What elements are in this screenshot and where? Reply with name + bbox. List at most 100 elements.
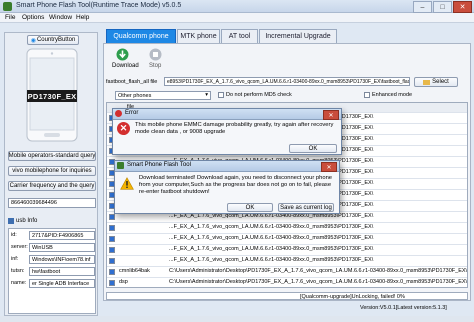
usb-value: 2717&PID:F4906865	[29, 231, 95, 240]
menu-window[interactable]: Window	[49, 14, 72, 21]
row-checkbox[interactable]	[109, 280, 115, 286]
enhanced-mode-label: Enhanced mode	[372, 92, 413, 98]
table-row[interactable]: cmnlib64bak C:\Users\Administrator\Deskto…	[107, 267, 467, 278]
window-controls: – □ ✕	[413, 1, 472, 13]
row-path: ...F_EX_A_1.7.6_vivo_qcom_LA.UM.6.6.r1-0…	[169, 257, 374, 263]
title-bar: Smart Phone Flash Tool(Runtime Trace Mod…	[0, 0, 474, 13]
warning-dialog: Smart Phone Flash Tool ✕ Download termin…	[114, 160, 340, 214]
progress-bar	[106, 292, 468, 300]
imei-field[interactable]: 866460039684496	[8, 198, 96, 208]
window-title: Smart Phone Flash Tool(Runtime Trace Mod…	[16, 2, 182, 9]
usb-row: server: WinUSB	[9, 243, 97, 253]
stop-button[interactable]: Stop	[144, 48, 168, 72]
warning-ok-button[interactable]: OK	[227, 203, 273, 212]
row-path: ...F_EX_A_1.7.6_vivo_qcom_LA.UM.6.6.r1-0…	[169, 246, 374, 252]
row-path: C:\Users\Administrator\Desktop\PD1730F_E…	[169, 279, 468, 285]
maximize-button[interactable]: □	[433, 1, 452, 13]
carrier-query-button[interactable]: Carrier frequency and the query	[8, 181, 96, 191]
country-button-label: CountryButton	[36, 37, 76, 43]
usb-key: inf:	[11, 256, 19, 262]
warning-dialog-title: Smart Phone Flash Tool	[127, 162, 191, 168]
table-row[interactable]: dsp C:\Users\Administrator\Desktop\PD1730…	[107, 278, 468, 287]
menu-options[interactable]: Options	[22, 14, 44, 21]
md5-checkbox[interactable]	[218, 92, 224, 98]
usb-info-table: id: 2717&PID:F4906865 server: WinUSB inf…	[8, 228, 96, 314]
chevron-down-icon: ▾	[205, 92, 208, 98]
usb-key: tutsn:	[11, 268, 25, 274]
usb-key: id:	[11, 232, 17, 238]
stop-label: Stop	[149, 63, 162, 69]
file-path-field[interactable]: e8953\PD1730F_EX_A_1.7.6_vivo_qcom_LA.UM…	[164, 77, 410, 86]
model-label: PD1730F_EX	[27, 90, 77, 102]
usb-row: id: 2717&PID:F4906865	[9, 231, 97, 241]
select-button[interactable]: Select	[414, 77, 458, 87]
row-path: ...F_EX_A_1.7.6_vivo_qcom_LA.UM.6.6.r1-0…	[169, 235, 374, 241]
error-dialog-close-button[interactable]: ✕	[323, 110, 339, 120]
row-checkbox[interactable]	[109, 247, 115, 253]
country-button[interactable]: ◉ CountryButton	[27, 35, 79, 45]
version-label: Version:V5.0.1[Latest version:5.1.3]	[360, 305, 447, 311]
table-row[interactable]: ...F_EX_A_1.7.6_vivo_qcom_LA.UM.6.6.r1-0…	[107, 223, 467, 234]
usb-key: name:	[11, 280, 27, 286]
error-dialog: Error ✕ ✕ This mobile phone EMMC damage …	[112, 108, 342, 155]
menu-help[interactable]: Help	[76, 14, 89, 21]
warning-dialog-titlebar: Smart Phone Flash Tool ✕	[115, 161, 339, 172]
phone-image: PD1730F_EX	[15, 47, 89, 143]
minimize-button[interactable]: –	[413, 1, 432, 13]
usb-value: hw\fastboot	[29, 267, 95, 276]
phone-type-select[interactable]: Other phones ▾	[115, 91, 211, 100]
tab-incremental-upgrade[interactable]: Incremental Upgrade	[259, 29, 337, 43]
download-label: Download	[112, 63, 139, 69]
download-button[interactable]: Download	[108, 48, 139, 72]
warning-message: Download terminated! Download again, you…	[139, 175, 333, 195]
error-ok-button[interactable]: OK	[289, 144, 337, 153]
row-checkbox[interactable]	[109, 236, 115, 242]
usb-info-header: usb Info	[8, 216, 96, 226]
error-icon-small	[115, 110, 122, 117]
app-icon-small	[117, 162, 124, 169]
tab-at-tool[interactable]: AT tool	[221, 29, 258, 43]
status-bar	[0, 316, 474, 322]
md5-check-label: Do not perform MD5 check	[226, 92, 292, 98]
warning-icon	[120, 177, 134, 190]
table-row[interactable]: ...F_EX_A_1.7.6_vivo_qcom_LA.UM.6.6.r1-0…	[107, 234, 467, 245]
usb-row: name: er Single ADB Interface	[9, 279, 97, 289]
operators-query-button[interactable]: Mobile operators-standard query	[8, 151, 96, 161]
download-icon	[116, 48, 129, 61]
usb-row: inf: Windows\INF\oem78.inf	[9, 255, 97, 265]
phone-type-value: Other phones	[118, 92, 152, 99]
stop-icon	[149, 48, 162, 61]
folder-icon	[423, 79, 431, 85]
file-label: fastboot_flash_all file	[106, 79, 158, 85]
error-dialog-title: Error	[125, 110, 139, 116]
md5-check-option[interactable]: Do not perform MD5 check	[218, 92, 292, 98]
usb-key: server:	[11, 244, 28, 250]
close-button[interactable]: ✕	[453, 1, 472, 13]
row-checkbox[interactable]	[109, 258, 115, 264]
vivo-inquiry-button[interactable]: vivo mobilephone for inquiries	[8, 166, 96, 176]
row-checkbox[interactable]	[109, 269, 115, 275]
app-icon	[3, 2, 12, 11]
tab-qualcomm-phone[interactable]: Qualcomm phone	[106, 29, 176, 43]
row-checkbox[interactable]	[109, 225, 115, 231]
table-row[interactable]: ...F_EX_A_1.7.6_vivo_qcom_LA.UM.6.6.r1-0…	[107, 245, 467, 256]
warning-dialog-close-button[interactable]: ✕	[321, 162, 337, 172]
row-path: C:\Users\Administrator\Desktop\PD1730F_E…	[169, 268, 468, 274]
usb-icon	[8, 218, 14, 224]
tab-mtk-phone[interactable]: MTK phone	[177, 29, 220, 43]
table-row[interactable]: ...F_EX_A_1.7.6_vivo_qcom_LA.UM.6.6.r1-0…	[107, 256, 467, 267]
usb-info-label: usb Info	[16, 218, 38, 224]
save-log-button[interactable]: Save as current log	[278, 203, 334, 212]
row-checkbox[interactable]	[109, 214, 115, 220]
row-path: ...F_EX_A_1.7.6_vivo_qcom_LA.UM.6.6.r1-0…	[169, 224, 374, 230]
globe-icon: ◉	[30, 37, 36, 44]
row-name: dsp	[119, 279, 128, 285]
usb-value: er Single ADB Interface	[29, 279, 95, 288]
menu-file[interactable]: File	[5, 14, 15, 21]
status-message: [Qualcomm-upgrade]UnLocking, failed! 0%	[300, 294, 405, 300]
usb-value: Windows\INF\oem78.inf	[29, 255, 95, 264]
enhanced-mode-checkbox[interactable]	[364, 92, 370, 98]
error-dialog-titlebar: Error ✕	[113, 109, 341, 120]
enhanced-mode-option[interactable]: Enhanced mode	[364, 92, 412, 98]
phone-info-pane: ◉ CountryButton PD1730F_EX Mobile operat…	[4, 32, 98, 316]
